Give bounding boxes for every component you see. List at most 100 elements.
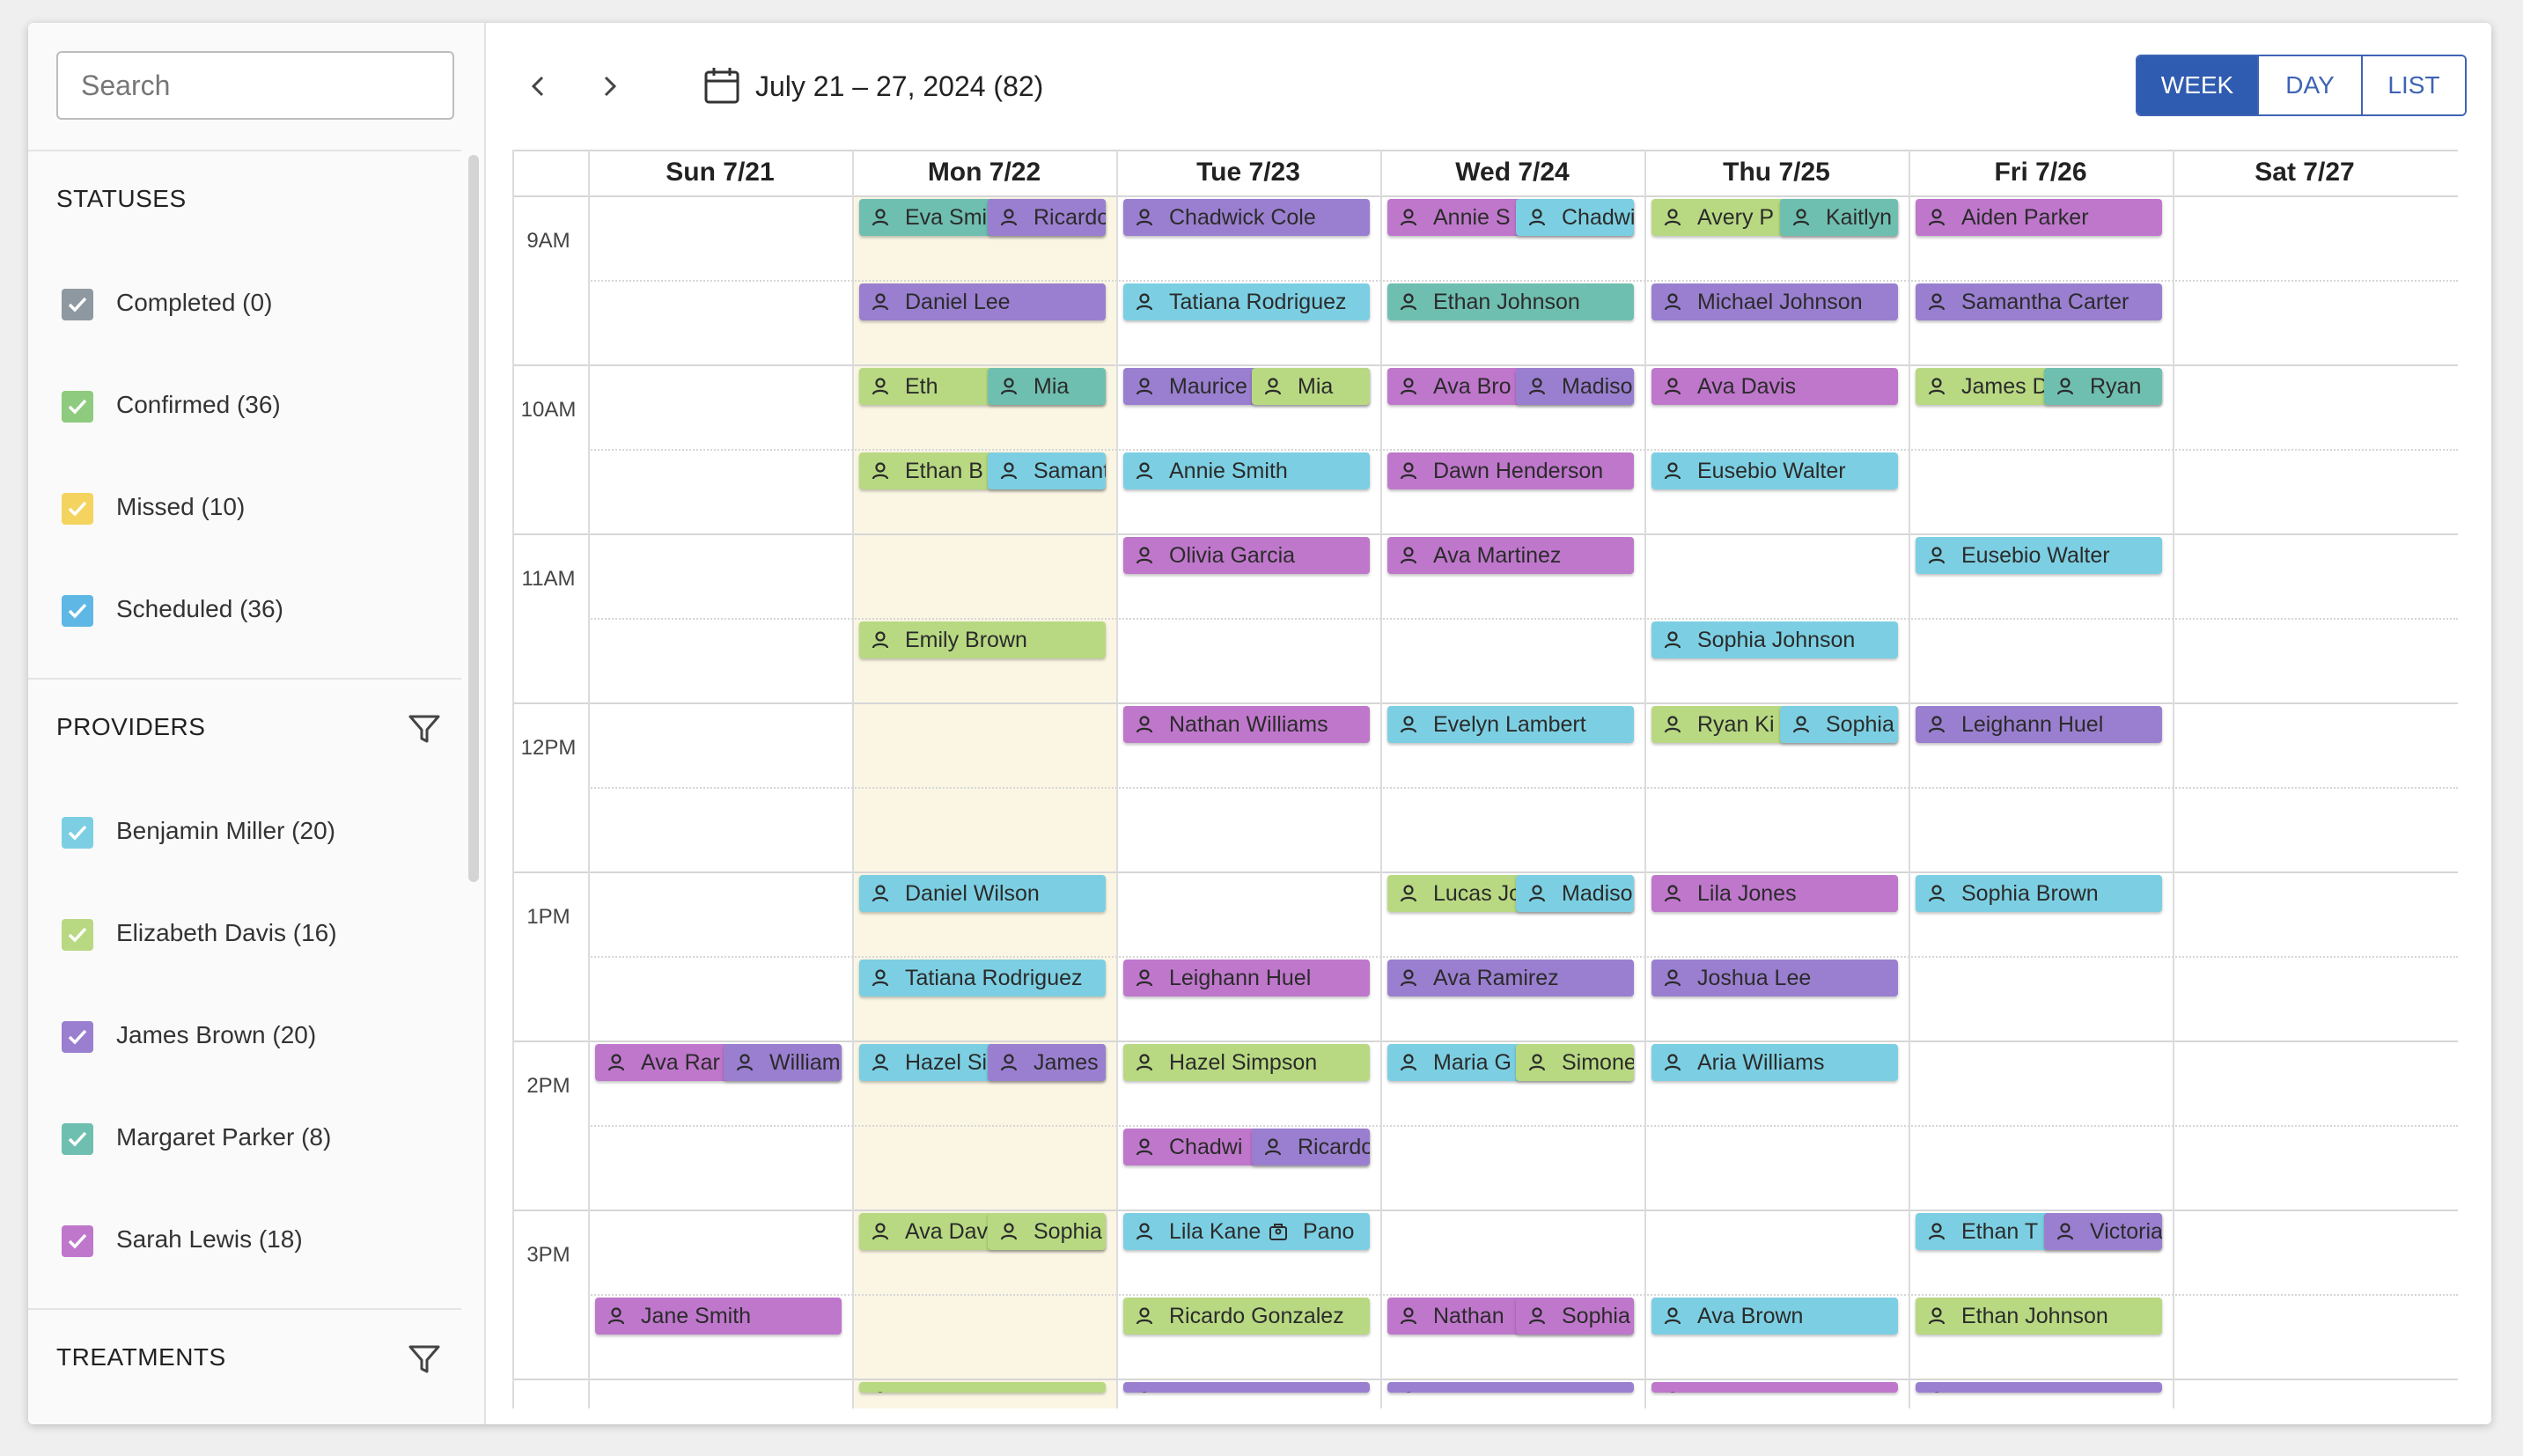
appointment-block[interactable]: Leighann Huel: [1123, 960, 1370, 996]
appointment-block[interactable]: Joshua Lee: [1651, 960, 1898, 996]
appointment-block[interactable]: Eusebio Walter: [1651, 452, 1898, 489]
day-header[interactable]: Tue 7/23: [1116, 150, 1380, 195]
appointment-block[interactable]: Ricardo: [1252, 1129, 1370, 1166]
day-header[interactable]: Mon 7/22: [852, 150, 1116, 195]
checkbox[interactable]: [62, 1123, 93, 1155]
appointment-block[interactable]: Ethan Johnson: [1387, 283, 1634, 320]
appointment-block[interactable]: Dawn Henderson: [1387, 452, 1634, 489]
checkbox[interactable]: [62, 919, 93, 951]
provider-filter-row[interactable]: Sarah Lewis (18): [28, 1190, 468, 1292]
appointment-block[interactable]: Sophia Johnson: [1651, 621, 1898, 658]
person-icon: [1400, 1307, 1417, 1325]
appointment-block[interactable]: [859, 1382, 1106, 1393]
checkbox[interactable]: [62, 391, 93, 423]
day-header[interactable]: Thu 7/25: [1644, 150, 1909, 195]
appointment-block[interactable]: Samantha Carter: [1916, 283, 2162, 320]
appointment-block[interactable]: Eusebio Walter: [1916, 537, 2162, 574]
view-week-button[interactable]: WEEK: [2137, 56, 2257, 114]
appointment-block[interactable]: Sophia: [1516, 1298, 1634, 1335]
appointment-block[interactable]: Aiden Parker: [1916, 199, 2162, 236]
appointment-block[interactable]: Kaitlyn: [1780, 199, 1898, 236]
checkbox[interactable]: [62, 595, 93, 627]
appointment-block[interactable]: Ryan: [2044, 368, 2162, 405]
appointment-block[interactable]: Leighann Huel: [1916, 706, 2162, 743]
appointment-block[interactable]: Tatiana Rodriguez: [1123, 283, 1370, 320]
appointment-block[interactable]: Mia: [1252, 368, 1370, 405]
person-icon: [1664, 293, 1681, 311]
person-icon: [1400, 209, 1417, 226]
appointment-block[interactable]: [1387, 1382, 1634, 1393]
appointment-block[interactable]: Chadwi: [1516, 199, 1634, 236]
grid-line: [514, 195, 2458, 197]
appointment-block[interactable]: Lila Jones: [1651, 875, 1898, 912]
checkbox[interactable]: [62, 289, 93, 320]
appointment-block[interactable]: Sophia: [1780, 706, 1898, 743]
provider-filter-row[interactable]: Benjamin Miller (20): [28, 782, 468, 884]
appointment-block[interactable]: James: [988, 1044, 1106, 1081]
appointment-block[interactable]: Sophia Brown: [1916, 875, 2162, 912]
status-filter-row[interactable]: Confirmed (36): [28, 356, 468, 458]
checkbox[interactable]: [62, 1225, 93, 1257]
filter-icon[interactable]: [407, 1342, 442, 1377]
appointment-block[interactable]: Ava Brown: [1651, 1298, 1898, 1335]
filter-icon[interactable]: [407, 711, 442, 746]
appointment-block[interactable]: Ethan Johnson: [1916, 1298, 2162, 1335]
appointment-block[interactable]: Simone: [1516, 1044, 1634, 1081]
view-list-button[interactable]: LIST: [2361, 56, 2465, 114]
appointment-block[interactable]: Ava Ramirez: [1387, 960, 1634, 996]
appointment-patient-name: Victoria: [2090, 1219, 2162, 1244]
appointment-block[interactable]: Olivia Garcia: [1123, 537, 1370, 574]
day-header[interactable]: Fri 7/26: [1909, 150, 2173, 195]
provider-filter-row[interactable]: Margaret Parker (8): [28, 1088, 468, 1190]
provider-filter-row[interactable]: Elizabeth Davis (16): [28, 884, 468, 986]
status-filter-label: Missed (10): [116, 493, 246, 520]
checkbox[interactable]: [62, 493, 93, 525]
appointment-block[interactable]: Tatiana Rodriguez: [859, 960, 1106, 996]
appointment-block[interactable]: Emily Brown: [859, 621, 1106, 658]
appointment-block[interactable]: Chadwick Cole: [1123, 199, 1370, 236]
appointment-block[interactable]: Michael Johnson: [1651, 283, 1898, 320]
sidebar-filters: STATUSES Completed (0) Confirmed (36) Miss…: [28, 150, 468, 1424]
appointment-block[interactable]: Lila Kane Pano: [1123, 1213, 1370, 1250]
sidebar-scrollbar[interactable]: [468, 155, 479, 882]
appointment-block[interactable]: Annie Smith: [1123, 452, 1370, 489]
status-filter-row[interactable]: Completed (0): [28, 254, 468, 356]
appointment-block[interactable]: Daniel Wilson: [859, 875, 1106, 912]
appointment-block[interactable]: Ricardo Gonzalez: [1123, 1298, 1370, 1335]
appointment-block[interactable]: Jane Smith: [595, 1298, 842, 1335]
appointment-block[interactable]: Daniel Lee: [859, 283, 1106, 320]
appointment-patient-name: Maurice: [1169, 374, 1247, 399]
appointment-block[interactable]: William: [724, 1044, 842, 1081]
checkmark-icon: [68, 1131, 87, 1147]
day-header[interactable]: Sun 7/21: [588, 150, 852, 195]
appointment-block[interactable]: Nathan Williams: [1123, 706, 1370, 743]
appointment-block[interactable]: Victoria: [2044, 1213, 2162, 1250]
appointment-block[interactable]: Ava Davis: [1651, 368, 1898, 405]
appointment-block[interactable]: Ricardo: [988, 199, 1106, 236]
appointment-block[interactable]: [1651, 1382, 1898, 1393]
appointment-block[interactable]: Evelyn Lambert: [1387, 706, 1634, 743]
status-filter-row[interactable]: Missed (10): [28, 458, 468, 560]
appointment-block[interactable]: Madiso: [1516, 368, 1634, 405]
appointment-block[interactable]: Madiso: [1516, 875, 1634, 912]
appointment-block[interactable]: Ava Martinez: [1387, 537, 1634, 574]
status-filter-label: Scheduled (36): [116, 595, 283, 622]
chevron-right-icon[interactable]: [592, 69, 627, 104]
checkbox[interactable]: [62, 817, 93, 849]
chevron-left-icon[interactable]: [521, 69, 556, 104]
status-filter-row[interactable]: Scheduled (36): [28, 560, 468, 662]
provider-filter-row[interactable]: James Brown (20): [28, 986, 468, 1088]
checkbox[interactable]: [62, 1021, 93, 1053]
search-input[interactable]: [56, 51, 454, 120]
appointment-block[interactable]: Mia: [988, 368, 1106, 405]
appointment-block[interactable]: Sophia: [988, 1213, 1106, 1250]
appointment-block[interactable]: Hazel Simpson: [1123, 1044, 1370, 1081]
appointment-block[interactable]: [1123, 1382, 1370, 1393]
view-day-button[interactable]: DAY: [2257, 56, 2361, 114]
appointment-block[interactable]: Samant: [988, 452, 1106, 489]
appointment-block[interactable]: Aria Williams: [1651, 1044, 1898, 1081]
appointment-block[interactable]: [1916, 1382, 2162, 1393]
day-header[interactable]: Wed 7/24: [1380, 150, 1644, 195]
calendar-icon[interactable]: [702, 65, 741, 106]
day-header[interactable]: Sat 7/27: [2173, 150, 2437, 195]
